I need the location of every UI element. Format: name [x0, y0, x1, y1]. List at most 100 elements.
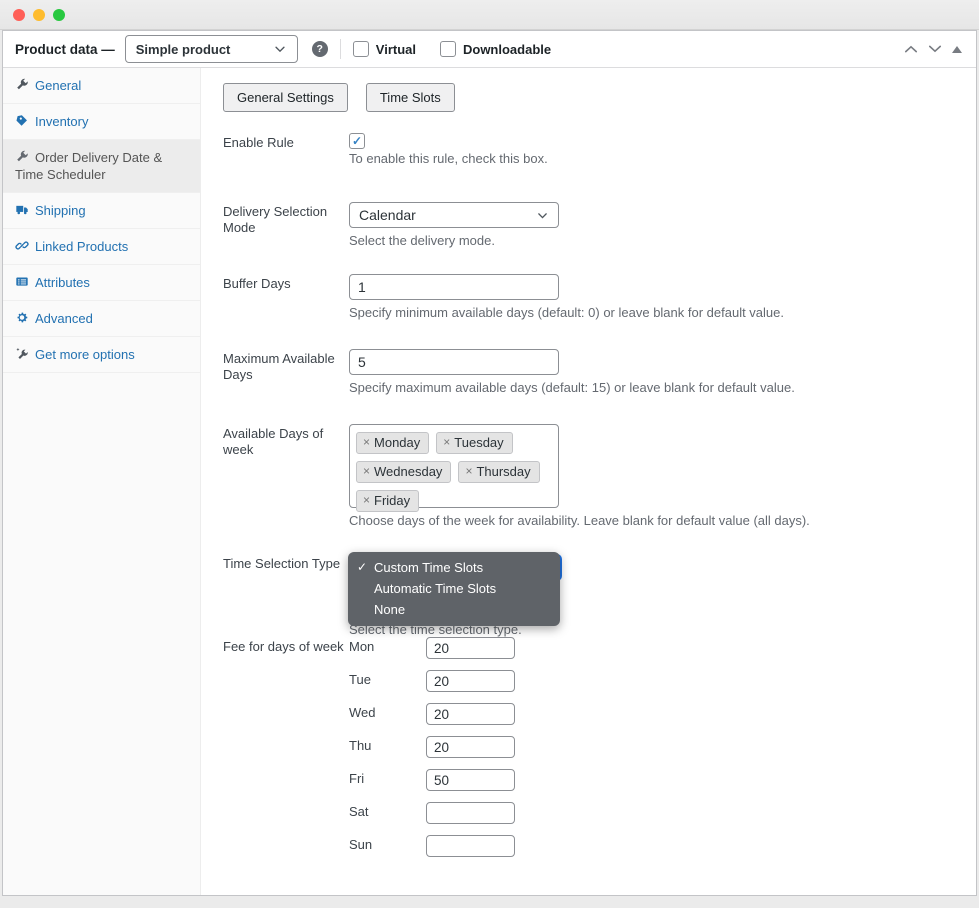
remove-tag-icon[interactable]: × — [363, 493, 370, 508]
sidebar-item-label: Linked Products — [35, 239, 128, 254]
sidebar-item-label: Get more options — [35, 347, 135, 362]
sidebar-item-advanced[interactable]: Advanced — [3, 301, 200, 337]
delivery-mode-select[interactable]: Calendar — [349, 202, 559, 228]
move-down-icon[interactable] — [928, 44, 942, 54]
wrench-icon — [15, 150, 29, 163]
panel-title: Product data — — [15, 42, 115, 57]
fee-row-mon: Mon — [349, 637, 976, 659]
remove-tag-icon[interactable]: × — [363, 464, 370, 479]
fee-row-thu: Thu — [349, 736, 976, 758]
day-tag-label: Monday — [374, 435, 420, 450]
fee-day-label: Mon — [349, 637, 426, 654]
list-icon — [15, 275, 29, 288]
max-days-help: Specify maximum available days (default:… — [349, 380, 976, 395]
fee-day-label: Sat — [349, 802, 426, 819]
fee-row-sun: Sun — [349, 835, 976, 857]
remove-tag-icon[interactable]: × — [465, 464, 472, 479]
buffer-days-input[interactable] — [349, 274, 559, 300]
sidebar-item-shipping[interactable]: Shipping — [3, 193, 200, 229]
delivery-mode-value: Calendar — [359, 207, 416, 223]
move-up-icon[interactable] — [904, 44, 918, 54]
fee-input-mon[interactable] — [426, 637, 515, 659]
check-icon: ✓ — [357, 559, 367, 576]
day-tag: ×Wednesday — [356, 461, 451, 483]
sidebar-item-label: General — [35, 78, 81, 93]
max-days-row: Maximum Available Days Specify maximum a… — [223, 349, 976, 395]
sidebar-item-get-more-options[interactable]: Get more options — [3, 337, 200, 373]
option-automatic-time-slots[interactable]: Automatic Time Slots — [348, 578, 560, 599]
wrench-icon — [15, 78, 29, 91]
remove-tag-icon[interactable]: × — [363, 435, 370, 450]
settings-panel: General Settings Time Slots Enable Rule … — [201, 68, 976, 895]
window-titlebar — [0, 0, 979, 30]
chevron-down-icon — [273, 42, 287, 56]
zoom-window-button[interactable] — [53, 9, 65, 21]
fee-row-tue: Tue — [349, 670, 976, 692]
settings-tabs: General Settings Time Slots — [223, 83, 976, 112]
enable-rule-checkbox[interactable]: ✓ — [349, 133, 365, 149]
buffer-days-help: Specify minimum available days (default:… — [349, 305, 976, 320]
link-icon — [15, 239, 29, 252]
settings-form: Enable Rule ✓ To enable this rule, check… — [223, 133, 976, 868]
buffer-days-label: Buffer Days — [223, 274, 349, 320]
sidebar-item-linked-products[interactable]: Linked Products — [3, 229, 200, 265]
sidebar-item-label: Attributes — [35, 275, 90, 290]
fee-input-wed[interactable] — [426, 703, 515, 725]
fee-input-fri[interactable] — [426, 769, 515, 791]
day-tag: × Monday — [356, 432, 429, 454]
fee-input-tue[interactable] — [426, 670, 515, 692]
chevron-down-icon — [536, 209, 549, 222]
day-tag-label: Thursday — [476, 464, 530, 479]
delivery-mode-help: Select the delivery mode. — [349, 233, 976, 248]
fee-input-thu[interactable] — [426, 736, 515, 758]
help-icon[interactable]: ? — [312, 41, 328, 57]
delivery-mode-row: Delivery Selection Mode Calendar Select … — [223, 202, 976, 248]
day-tag-label: Friday — [374, 493, 410, 508]
virtual-checkbox-group: Virtual — [353, 41, 416, 57]
sidebar-item-order-delivery[interactable]: Order Delivery Date & Time Scheduler — [3, 140, 200, 193]
minimize-window-button[interactable] — [33, 9, 45, 21]
available-days-label: Available Days of week — [223, 424, 349, 528]
sparkle-wrench-icon — [15, 347, 29, 360]
product-data-tabs: General Inventory Order Delivery Date & … — [3, 68, 201, 895]
available-days-help: Choose days of the week for availability… — [349, 513, 976, 528]
buffer-days-row: Buffer Days Specify minimum available da… — [223, 274, 976, 320]
fee-day-label: Thu — [349, 736, 426, 753]
fee-row-wed: Wed — [349, 703, 976, 725]
sidebar-item-general[interactable]: General — [3, 68, 200, 104]
time-selection-label: Time Selection Type — [223, 554, 349, 637]
tag-icon — [15, 114, 29, 127]
max-days-input[interactable] — [349, 349, 559, 375]
sidebar-item-attributes[interactable]: Attributes — [3, 265, 200, 301]
tab-time-slots[interactable]: Time Slots — [366, 83, 455, 112]
downloadable-label: Downloadable — [463, 42, 551, 57]
fee-day-label: Fri — [349, 769, 426, 786]
virtual-checkbox[interactable] — [353, 41, 369, 57]
toggle-panel-icon[interactable] — [952, 46, 962, 53]
sidebar-item-label: Shipping — [35, 203, 86, 218]
fee-row-fri: Fri — [349, 769, 976, 791]
downloadable-checkbox[interactable] — [440, 41, 456, 57]
sidebar-item-inventory[interactable]: Inventory — [3, 104, 200, 140]
day-tag: × Thursday — [458, 461, 539, 483]
delivery-mode-label: Delivery Selection Mode — [223, 202, 349, 248]
tab-general-settings[interactable]: General Settings — [223, 83, 348, 112]
fee-input-sat[interactable] — [426, 802, 515, 824]
fees-label: Fee for days of week — [223, 637, 349, 868]
gear-icon — [15, 311, 29, 324]
option-custom-time-slots[interactable]: ✓Custom Time Slots — [348, 557, 560, 578]
time-selection-row: Time Selection Type ✓Custom Time Slots A… — [223, 554, 976, 637]
sidebar-item-label: Order Delivery Date & Time Scheduler — [15, 150, 162, 182]
option-none[interactable]: None — [348, 599, 560, 620]
close-window-button[interactable] — [13, 9, 25, 21]
remove-tag-icon[interactable]: × — [443, 435, 450, 450]
product-data-panel: Product data — Simple product ? Virtual … — [2, 30, 977, 896]
fee-input-sun[interactable] — [426, 835, 515, 857]
available-days-row: Available Days of week × Monday × Tuesday … — [223, 424, 976, 528]
fees-row: Fee for days of week Mon Tue Wed — [223, 637, 976, 868]
day-tag: × Friday — [356, 490, 419, 512]
day-tag-label: Tuesday — [454, 435, 503, 450]
product-type-select[interactable]: Simple product — [125, 35, 298, 63]
available-days-multiselect[interactable]: × Monday × Tuesday ×Wednesday × Thursday × F… — [349, 424, 559, 508]
fee-day-label: Wed — [349, 703, 426, 720]
